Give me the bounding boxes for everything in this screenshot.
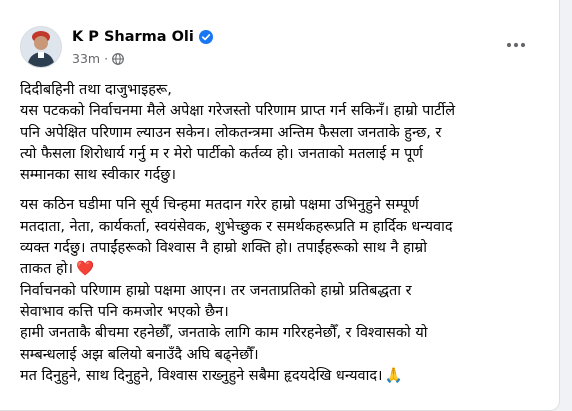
more-options-icon[interactable] <box>505 34 527 56</box>
post-paragraph-4-text: मत दिनुहुने, साथ दिनुहुने, विश्वास राख्न… <box>20 367 383 384</box>
post-header: K P Sharma Oli 33m · <box>20 26 545 70</box>
avatar[interactable] <box>20 26 62 68</box>
globe-icon[interactable] <box>112 52 124 65</box>
post-timestamp[interactable]: 33m <box>72 51 100 66</box>
post-body: दिदीबहिनी तथा दाजुभाइहरू, यस पटकको निर्व… <box>20 80 541 387</box>
post-paragraph-3: निर्वाचनको परिणाम हाम्रो पक्षमा आएन। तर … <box>20 282 428 363</box>
folded-hands-emoji: 🙏 <box>384 367 403 384</box>
post-paragraph-4: मत दिनुहुने, साथ दिनुहुने, विश्वास राख्न… <box>20 366 541 387</box>
meta-separator: · <box>104 51 109 66</box>
post-card: K P Sharma Oli 33m · दिदीबहिनी तथा दाजुभ… <box>0 0 560 411</box>
post-paragraph-1: दिदीबहिनी तथा दाजुभाइहरू, यस पटकको निर्व… <box>20 82 456 184</box>
verified-badge-icon <box>198 30 213 44</box>
post-meta: 33m · <box>72 51 124 66</box>
red-heart-emoji: ❤️ <box>75 261 95 278</box>
profile-photo <box>21 27 61 67</box>
author-name[interactable]: K P Sharma Oli <box>72 29 194 45</box>
post-paragraph-2: यस कठिन घडीमा पनि सूर्य चिन्हमा मतदान गर… <box>20 195 541 280</box>
